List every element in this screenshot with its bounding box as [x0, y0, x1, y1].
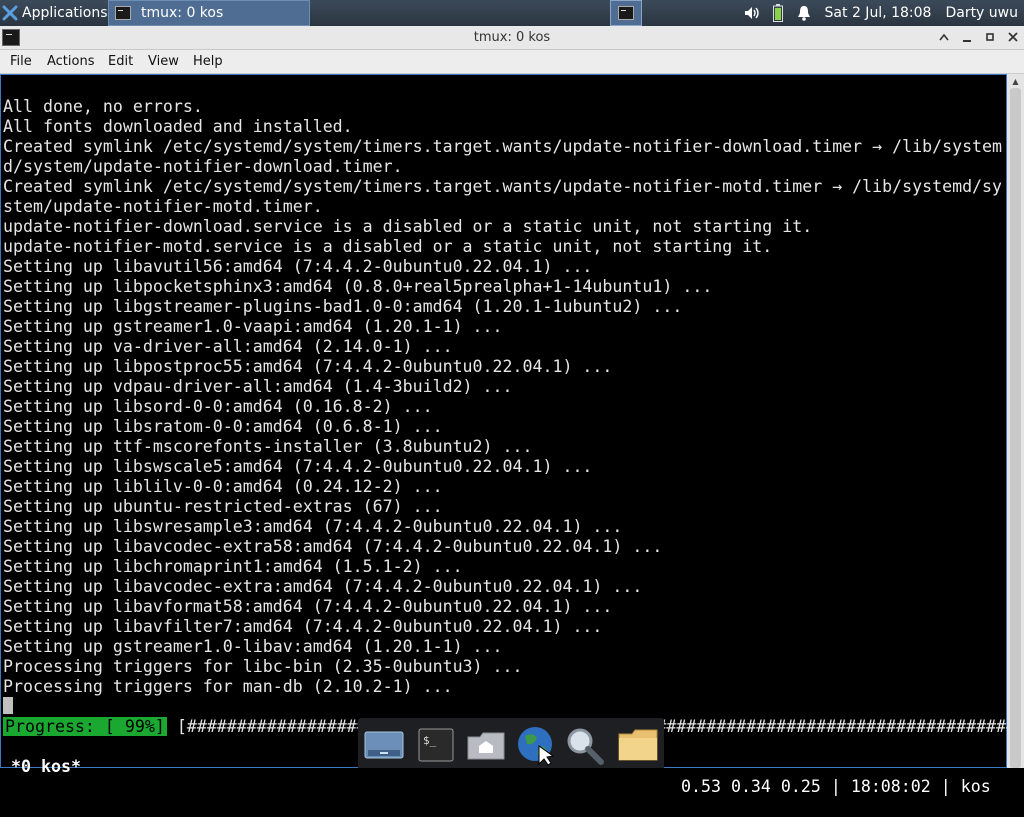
- window-titlebar[interactable]: tmux: 0 kos: [0, 26, 1024, 50]
- menubar: File Actions Edit View Help: [0, 50, 1024, 74]
- terminal-line: Setting up libavcodec-extra58:amd64 (7:4…: [3, 537, 663, 556]
- terminal-line: Created symlink /etc/systemd/system/time…: [3, 137, 1003, 156]
- scroll-up-arrow-icon[interactable]: ▲: [1007, 76, 1024, 88]
- terminal-line: Setting up libavcodec-extra:amd64 (7:4.4…: [3, 577, 643, 596]
- terminal-line: Setting up libavfilter7:amd64 (7:4.4.2-0…: [3, 617, 603, 636]
- workspace-terminal-icon: [618, 6, 634, 20]
- terminal-line: Setting up libsord-0-0:amd64 (0.16.8-2) …: [3, 397, 433, 416]
- menu-help[interactable]: Help: [193, 54, 223, 69]
- terminal-line: Setting up libchromaprint1:amd64 (1.5.1-…: [3, 557, 463, 576]
- xfce-logo-icon: [2, 5, 18, 21]
- taskbar-item-label: tmux: 0 kos: [141, 5, 224, 21]
- tmux-window-indicator[interactable]: *0 kos*: [11, 757, 81, 777]
- terminal-icon: [115, 6, 131, 20]
- menu-actions[interactable]: Actions: [47, 54, 95, 69]
- minimize-window-icon[interactable]: [959, 29, 975, 45]
- clock[interactable]: Sat 2 Jul, 18:08: [825, 5, 932, 21]
- applications-label: Applications: [22, 5, 108, 21]
- applications-menu-button[interactable]: Applications: [0, 0, 108, 26]
- terminal-line: Setting up libpocketsphinx3:amd64 (0.8.0…: [3, 277, 713, 296]
- terminal-line: Setting up libsratom-0-0:amd64 (0.6.8-1)…: [3, 417, 443, 436]
- user-menu[interactable]: Darty uwu: [945, 5, 1018, 21]
- taskbar-item-tmux[interactable]: tmux: 0 kos: [108, 0, 310, 26]
- scrollbar-thumb[interactable]: [1010, 88, 1021, 768]
- menu-edit[interactable]: Edit: [108, 54, 133, 69]
- close-window-icon[interactable]: [1005, 29, 1021, 45]
- home-folder-icon[interactable]: [464, 724, 508, 766]
- terminal-line: Setting up libpostproc55:amd64 (7:4.4.2-…: [3, 357, 613, 376]
- terminal-line: Setting up libavutil56:amd64 (7:4.4.2-0u…: [3, 257, 593, 276]
- terminal-text: All done, no errors. All fonts downloaded…: [3, 97, 1002, 697]
- terminal-line: Setting up gstreamer1.0-libav:amd64 (1.2…: [3, 637, 503, 656]
- terminal-line: Setting up libswscale5:amd64 (7:4.4.2-0u…: [3, 457, 593, 476]
- terminal-output-area[interactable]: All done, no errors. All fonts downloaded…: [0, 74, 1024, 796]
- terminal-line: Setting up ubuntu-restricted-extras (67)…: [3, 497, 443, 516]
- terminal-line: Processing triggers for libc-bin (2.35-0…: [3, 657, 523, 676]
- dock: $_: [358, 718, 664, 768]
- terminal-line: update-notifier-motd.service is a disabl…: [3, 237, 773, 256]
- workspace-switcher-button[interactable]: [610, 0, 642, 26]
- notification-bell-icon[interactable]: [795, 4, 813, 22]
- terminal-line: Setting up liblilv-0-0:amd64 (0.24.12-2)…: [3, 477, 443, 496]
- terminal-line: Created symlink /etc/systemd/system/time…: [3, 177, 1003, 196]
- files-folder-icon[interactable]: [616, 724, 660, 766]
- terminal-line: Processing triggers for man-db (2.10.2-1…: [3, 677, 453, 696]
- top-panel: Applications tmux: 0 kos Sat 2 Jul, 18:0…: [0, 0, 1024, 26]
- window-title: tmux: 0 kos: [473, 30, 551, 45]
- terminal-line: d/system/update-notifier-download.timer.: [3, 157, 403, 176]
- terminal-line: Setting up libswresample3:amd64 (7:4.4.2…: [3, 517, 623, 536]
- maximize-window-icon[interactable]: [982, 29, 998, 45]
- shade-window-icon[interactable]: [936, 29, 952, 45]
- volume-icon[interactable]: [743, 4, 761, 22]
- terminal-line: Setting up libgstreamer-plugins-bad1.0-0…: [3, 297, 683, 316]
- terminal-scrollbar[interactable]: ▲: [1007, 74, 1024, 768]
- system-tray: Sat 2 Jul, 18:08 Darty uwu: [743, 0, 1024, 26]
- menu-file[interactable]: File: [10, 54, 32, 69]
- tmux-status-right: 0.53 0.34 0.25 | 18:08:02 | kos: [681, 777, 991, 796]
- terminal-line: Setting up libavformat58:amd64 (7:4.4.2-…: [3, 597, 613, 616]
- terminal-line: Setting up ttf-mscorefonts-installer (3.…: [3, 437, 533, 456]
- terminal-icon[interactable]: $_: [414, 724, 458, 766]
- terminal-line: All done, no errors.: [3, 97, 203, 116]
- show-desktop-icon[interactable]: [362, 724, 406, 766]
- terminal-line: Setting up vdpau-driver-all:amd64 (1.4-3…: [3, 377, 513, 396]
- battery-icon[interactable]: [769, 4, 787, 22]
- terminal-line: Setting up va-driver-all:amd64 (2.14.0-1…: [3, 337, 453, 356]
- svg-text:$_: $_: [423, 734, 437, 747]
- terminal-line: update-notifier-download.service is a di…: [3, 217, 813, 236]
- terminal-cursor: [3, 697, 13, 714]
- terminal-line: stem/update-notifier-motd.timer.: [3, 197, 323, 216]
- menu-view[interactable]: View: [148, 54, 179, 69]
- terminal-line: All fonts downloaded and installed.: [3, 117, 353, 136]
- web-browser-icon[interactable]: [514, 724, 558, 766]
- progress-label: Progress: [ 99%]: [3, 717, 167, 736]
- terminal-line: Setting up gstreamer1.0-vaapi:amd64 (1.2…: [3, 317, 503, 336]
- search-icon[interactable]: [562, 724, 606, 766]
